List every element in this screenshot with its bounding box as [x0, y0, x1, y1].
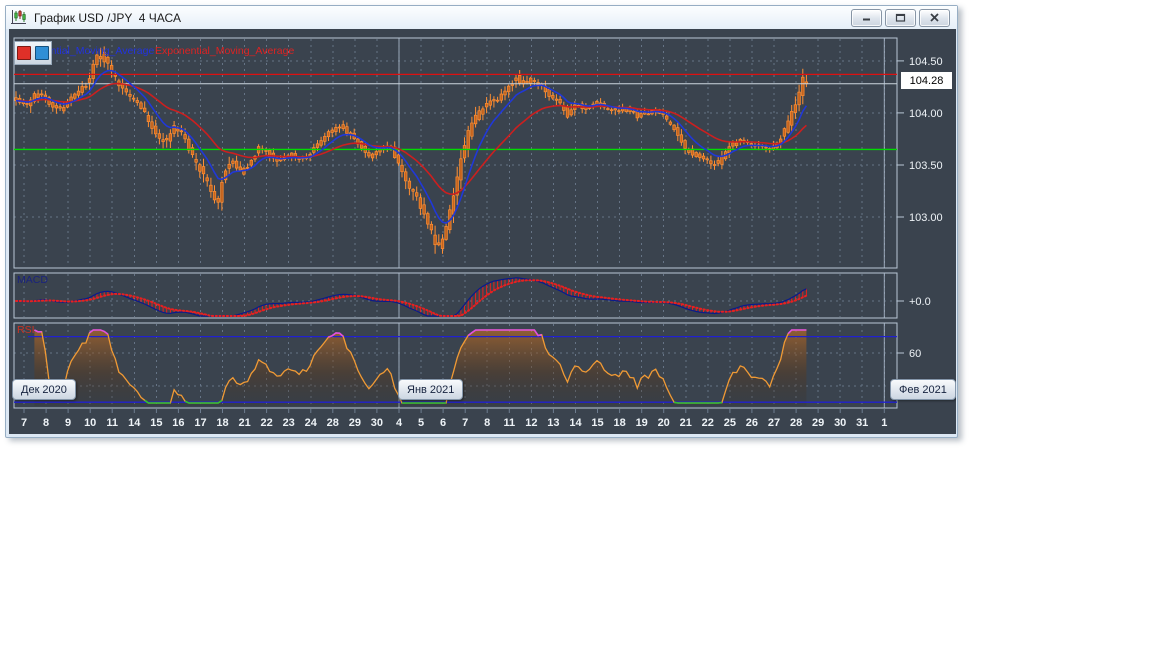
- svg-text:26: 26: [746, 417, 758, 429]
- svg-text:11: 11: [106, 417, 118, 429]
- svg-text:10: 10: [84, 417, 96, 429]
- time-axis-labels: 7 8 9 10 11 14 15 16 17 18 21 22 23 24 28 29 30 4 5 6 7 8 11 12…: [21, 417, 887, 429]
- current-price-badge: 104.28: [901, 72, 952, 89]
- svg-text:15: 15: [150, 417, 162, 429]
- svg-text:14: 14: [569, 417, 582, 429]
- svg-text:12: 12: [525, 417, 537, 429]
- month-label-feb: Фев 2021: [890, 379, 956, 400]
- svg-text:18: 18: [613, 417, 625, 429]
- close-button[interactable]: [919, 8, 950, 27]
- svg-text:104.50: 104.50: [909, 56, 943, 68]
- svg-text:27: 27: [768, 417, 780, 429]
- svg-text:21: 21: [238, 417, 250, 429]
- svg-text:22: 22: [702, 417, 714, 429]
- svg-text:19: 19: [636, 417, 648, 429]
- svg-text:4: 4: [396, 417, 403, 429]
- month-label-dec: Дек 2020: [12, 379, 76, 400]
- titlebar[interactable]: График USD /JPY 4 ЧАСА: [6, 6, 957, 29]
- legend-ema-red: Exponential_Moving_Average: [155, 45, 294, 57]
- gridlines: [14, 39, 897, 407]
- svg-text:28: 28: [790, 417, 802, 429]
- red-square-button[interactable]: [17, 46, 31, 60]
- svg-text:103.50: 103.50: [909, 160, 943, 172]
- chart-app-icon: [11, 10, 26, 24]
- maximize-icon: [895, 13, 906, 22]
- month-label-jan: Янв 2021: [398, 379, 464, 400]
- candlestick-series: [14, 46, 809, 254]
- macd-panel-label: MACD: [17, 274, 48, 286]
- svg-text:104.00: 104.00: [909, 108, 943, 120]
- close-icon: [930, 13, 939, 22]
- price-chart[interactable]: 104.50104.00103.50103.00+0.0607 8 9 10 11 14 1…: [9, 29, 956, 434]
- svg-text:18: 18: [216, 417, 228, 429]
- svg-text:6: 6: [440, 417, 446, 429]
- svg-text:+0.0: +0.0: [909, 296, 931, 308]
- svg-text:25: 25: [724, 417, 736, 429]
- blue-square-button[interactable]: [35, 46, 49, 60]
- panel-border: [13, 272, 898, 319]
- svg-text:15: 15: [591, 417, 603, 429]
- svg-text:23: 23: [283, 417, 295, 429]
- svg-text:5: 5: [418, 417, 424, 429]
- minimize-button[interactable]: [851, 8, 882, 27]
- svg-text:60: 60: [909, 348, 921, 360]
- chart-object-buttons: [14, 41, 52, 65]
- svg-text:9: 9: [65, 417, 71, 429]
- svg-text:103.00: 103.00: [909, 212, 943, 224]
- svg-text:20: 20: [658, 417, 670, 429]
- svg-text:31: 31: [856, 417, 868, 429]
- svg-text:22: 22: [260, 417, 272, 429]
- svg-text:14: 14: [128, 417, 141, 429]
- svg-text:30: 30: [834, 417, 846, 429]
- svg-text:8: 8: [484, 417, 490, 429]
- svg-text:7: 7: [462, 417, 468, 429]
- price-axis-labels: 104.50 104.00 103.50 103.00 +0.0 60: [909, 56, 943, 360]
- svg-text:28: 28: [327, 417, 339, 429]
- window-title: График USD /JPY 4 ЧАСА: [34, 10, 181, 25]
- chart-client-area: 104.50 104.00 103.50 103.00 +0.0 60 7 8 9 10 11 14 1…: [9, 29, 956, 434]
- svg-text:13: 13: [547, 417, 559, 429]
- minimize-icon: [863, 18, 870, 21]
- svg-text:24: 24: [305, 417, 318, 429]
- svg-text:7: 7: [21, 417, 27, 429]
- svg-text:16: 16: [172, 417, 184, 429]
- chart-window: График USD /JPY 4 ЧАСА 104.50 104.00 103…: [5, 5, 958, 438]
- svg-text:17: 17: [194, 417, 206, 429]
- rsi-panel-label: RSI: [17, 324, 35, 336]
- svg-text:29: 29: [349, 417, 361, 429]
- svg-text:30: 30: [371, 417, 383, 429]
- svg-text:1: 1: [881, 417, 887, 429]
- svg-text:11: 11: [503, 417, 515, 429]
- svg-text:29: 29: [812, 417, 824, 429]
- svg-text:8: 8: [43, 417, 49, 429]
- maximize-button[interactable]: [885, 8, 916, 27]
- svg-text:21: 21: [680, 417, 692, 429]
- panel-border: [13, 37, 898, 269]
